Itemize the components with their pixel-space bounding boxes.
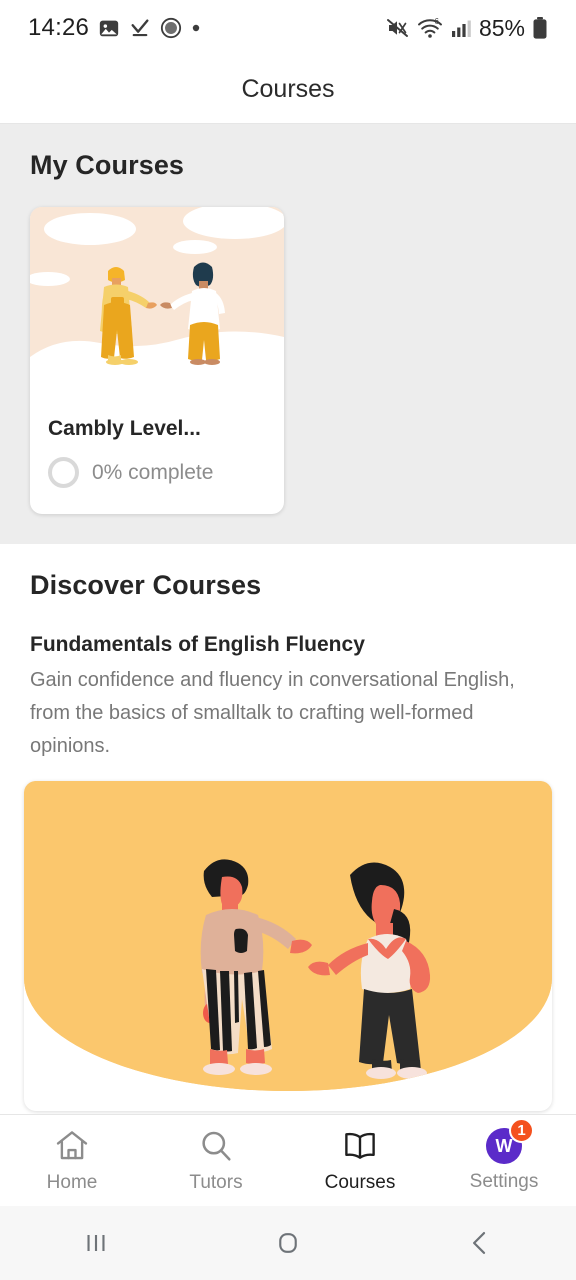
discover-course-description: Gain confidence and fluency in conversat… <box>30 669 515 757</box>
home-square-icon <box>279 1233 297 1253</box>
nav-label-tutors: Tutors <box>189 1172 243 1193</box>
wifi-6-icon: 6 <box>417 17 442 38</box>
android-system-nav <box>0 1206 576 1280</box>
nav-label-settings: Settings <box>469 1171 539 1192</box>
course-card-title: Cambly Level... <box>48 417 201 440</box>
battery-icon <box>533 17 547 39</box>
status-time: 14:26 <box>28 14 90 41</box>
status-bar-right: 6 85% <box>386 15 548 42</box>
mute-icon <box>386 19 408 37</box>
discover-heading: Discover Courses <box>30 570 262 600</box>
recents-icon <box>87 1235 105 1251</box>
book-icon <box>345 1132 375 1159</box>
nav-label-home: Home <box>46 1172 98 1193</box>
recents-button[interactable] <box>0 1227 192 1259</box>
course-card[interactable]: Cambly Level... 0% complete <box>30 207 284 514</box>
discover-course-title: Fundamentals of English Fluency <box>30 633 365 656</box>
phone-screen: 14:26 6 85% Courses My Courses Cambly Le… <box>0 0 576 1280</box>
two-people-talking-illustration <box>30 207 284 401</box>
course-progress-text: 0% complete <box>92 460 214 484</box>
my-courses-section: My Courses Cambly Level... 0% complete <box>0 124 576 544</box>
page-title: Courses <box>241 75 335 103</box>
two-women-conversation-illustration <box>24 781 552 1091</box>
image-icon <box>99 20 119 37</box>
nav-label-courses: Courses <box>324 1172 396 1193</box>
nav-item-courses[interactable]: Courses <box>288 1127 432 1194</box>
discover-section: Discover Courses Fundamentals of English… <box>0 544 576 1111</box>
discover-course-card-wrap <box>0 763 576 1111</box>
back-button[interactable] <box>384 1227 576 1259</box>
nav-item-settings[interactable]: W 1 Settings <box>432 1118 576 1193</box>
my-courses-list: Cambly Level... 0% complete <box>0 181 576 514</box>
discover-course-card[interactable] <box>24 781 552 1111</box>
nav-item-tutors[interactable]: Tutors <box>144 1127 288 1194</box>
my-courses-heading: My Courses <box>30 150 185 180</box>
bottom-navigation: Home Tutors Courses W 1 Settings <box>0 1114 576 1206</box>
status-bar: 14:26 6 85% <box>0 0 576 56</box>
course-card-body: Cambly Level... 0% complete <box>30 401 284 514</box>
home-icon <box>56 1131 88 1160</box>
dot-icon <box>192 24 200 32</box>
avatar-wrap: W 1 <box>486 1118 534 1164</box>
camera-circle-icon <box>160 17 182 39</box>
download-check-icon <box>131 19 149 37</box>
discover-course-illustration <box>24 781 552 1091</box>
back-chevron-icon <box>473 1232 486 1254</box>
svg-text:6: 6 <box>434 17 439 26</box>
progress-ring-icon <box>48 457 79 488</box>
course-card-illustration <box>30 207 284 401</box>
course-progress: 0% complete <box>48 457 266 488</box>
app-bar: Courses <box>0 56 576 124</box>
status-bar-left: 14:26 <box>28 14 201 42</box>
battery-percent: 85% <box>478 14 525 41</box>
home-button[interactable] <box>192 1227 384 1259</box>
search-icon <box>202 1131 231 1161</box>
nav-item-home[interactable]: Home <box>0 1127 144 1194</box>
signal-bars-icon <box>451 20 471 37</box>
status-badge: 1 <box>509 1118 534 1143</box>
